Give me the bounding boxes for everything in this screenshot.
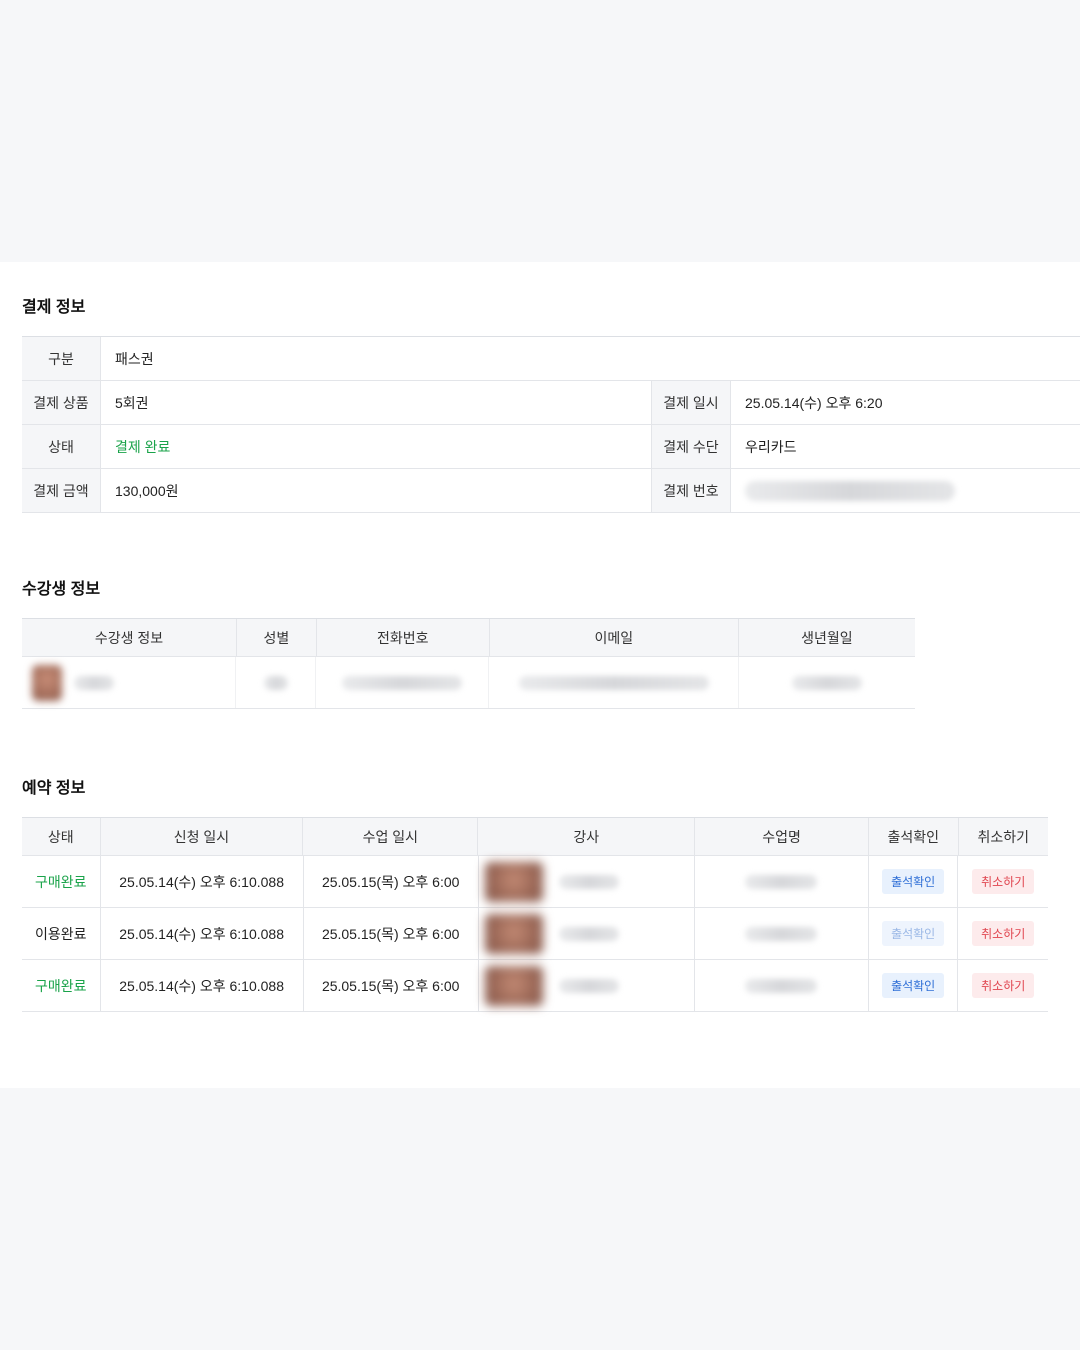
cancel-cell: 취소하기 bbox=[958, 908, 1048, 959]
reservation-row: 구매완료 25.05.14(수) 오후 6:10.088 25.05.15(목)… bbox=[22, 960, 1048, 1012]
payment-section-title: 결제 정보 bbox=[22, 299, 86, 316]
teacher-photo bbox=[484, 861, 543, 902]
reservation-status: 구매완료 bbox=[22, 960, 101, 1011]
reservation-class-name bbox=[695, 856, 869, 907]
cancel-button[interactable]: 취소하기 bbox=[972, 869, 1035, 894]
student-header-gender: 성별 bbox=[237, 619, 317, 656]
payment-row-category: 구분 패스권 bbox=[22, 337, 1080, 381]
reservation-teacher bbox=[479, 908, 695, 959]
reservation-requested: 25.05.14(수) 오후 6:10.088 bbox=[101, 908, 304, 959]
attend-cell: 출석확인 bbox=[869, 856, 959, 907]
status-label: 상태 bbox=[22, 425, 101, 468]
reservation-teacher bbox=[479, 856, 695, 907]
reservation-row: 이용완료 25.05.14(수) 오후 6:10.088 25.05.15(목)… bbox=[22, 908, 1048, 960]
reservation-section-title: 예약 정보 bbox=[22, 780, 86, 797]
reservation-class-time: 25.05.15(목) 오후 6:00 bbox=[304, 908, 479, 959]
redacted-class-name bbox=[745, 978, 818, 993]
student-avatar bbox=[32, 664, 62, 701]
res-header-attend: 출석확인 bbox=[869, 818, 959, 855]
teacher-photo bbox=[484, 965, 543, 1006]
redacted-gender bbox=[263, 675, 288, 690]
payment-method-label: 결제 수단 bbox=[651, 425, 731, 468]
payment-row-status: 상태 결제 완료 결제 수단 우리카드 bbox=[22, 425, 1080, 469]
amount-value: 130,000원 bbox=[115, 482, 179, 499]
reservation-status: 이용완료 bbox=[22, 908, 101, 959]
payment-date-value: 25.05.14(수) 오후 6:20 bbox=[745, 394, 883, 411]
reservation-class-name bbox=[695, 960, 869, 1011]
student-header-email: 이메일 bbox=[490, 619, 739, 656]
res-header-class-time: 수업 일시 bbox=[303, 818, 479, 855]
reservation-teacher bbox=[479, 960, 695, 1011]
redacted-phone bbox=[342, 675, 463, 690]
redacted-teacher-name bbox=[558, 874, 619, 889]
student-section-title: 수강생 정보 bbox=[22, 581, 101, 598]
student-email-cell bbox=[489, 657, 739, 708]
payment-status-value: 결제 완료 bbox=[115, 438, 171, 455]
redacted-student-name bbox=[74, 675, 114, 690]
redacted-teacher-name bbox=[558, 978, 619, 993]
reservation-class-name bbox=[695, 908, 869, 959]
attend-check-button[interactable]: 출석확인 bbox=[882, 921, 945, 946]
student-table-header: 수강생 정보 성별 전화번호 이메일 생년월일 bbox=[22, 619, 915, 657]
student-row bbox=[22, 657, 915, 709]
reservation-requested: 25.05.14(수) 오후 6:10.088 bbox=[101, 856, 304, 907]
student-table: 수강생 정보 성별 전화번호 이메일 생년월일 bbox=[22, 618, 915, 709]
payment-date-label: 결제 일시 bbox=[651, 381, 731, 424]
redacted-teacher-name bbox=[558, 926, 619, 941]
reservation-class-time: 25.05.15(목) 오후 6:00 bbox=[304, 960, 479, 1011]
redacted-payment-number bbox=[745, 480, 955, 501]
category-label: 구분 bbox=[22, 337, 101, 380]
payment-row-product: 결제 상품 5회권 결제 일시 25.05.14(수) 오후 6:20 bbox=[22, 381, 1080, 425]
product-label: 결제 상품 bbox=[22, 381, 101, 424]
redacted-class-name bbox=[745, 926, 818, 941]
cancel-button[interactable]: 취소하기 bbox=[972, 973, 1035, 998]
reservation-status: 구매완료 bbox=[22, 856, 101, 907]
content-panel: 결제 정보 구분 패스권 결제 상품 5회권 결제 일시 25.05.14(수)… bbox=[0, 262, 1080, 1088]
attend-cell: 출석확인 bbox=[869, 960, 959, 1011]
reservation-table-header: 상태 신청 일시 수업 일시 강사 수업명 출석확인 취소하기 bbox=[22, 818, 1048, 856]
attend-check-button[interactable]: 출석확인 bbox=[882, 869, 945, 894]
attend-cell: 출석확인 bbox=[869, 908, 959, 959]
res-header-class-name: 수업명 bbox=[695, 818, 870, 855]
teacher-photo bbox=[484, 913, 543, 954]
amount-label: 결제 금액 bbox=[22, 469, 101, 512]
top-background bbox=[0, 0, 1080, 262]
reservation-class-time: 25.05.15(목) 오후 6:00 bbox=[304, 856, 479, 907]
redacted-class-name bbox=[745, 874, 818, 889]
redacted-birth bbox=[791, 675, 862, 690]
redacted-email bbox=[518, 675, 709, 690]
res-header-requested: 신청 일시 bbox=[101, 818, 304, 855]
product-value: 5회권 bbox=[115, 394, 149, 411]
cancel-button[interactable]: 취소하기 bbox=[972, 921, 1035, 946]
student-header-phone: 전화번호 bbox=[317, 619, 490, 656]
bottom-background bbox=[0, 1088, 1080, 1350]
payment-table: 구분 패스권 결제 상품 5회권 결제 일시 25.05.14(수) 오후 6:… bbox=[22, 336, 1080, 513]
reservation-table: 상태 신청 일시 수업 일시 강사 수업명 출석확인 취소하기 구매완료 25.… bbox=[22, 817, 1048, 1012]
payment-row-amount: 결제 금액 130,000원 결제 번호 bbox=[22, 469, 1080, 513]
payment-number-label: 결제 번호 bbox=[651, 469, 731, 512]
student-header-birth: 생년월일 bbox=[801, 629, 853, 646]
cancel-cell: 취소하기 bbox=[958, 960, 1048, 1011]
student-info-cell bbox=[22, 657, 237, 708]
reservation-row: 구매완료 25.05.14(수) 오후 6:10.088 25.05.15(목)… bbox=[22, 856, 1048, 908]
res-header-status: 상태 bbox=[22, 818, 101, 855]
payment-number-value bbox=[731, 469, 1080, 512]
attend-check-button[interactable]: 출석확인 bbox=[882, 973, 945, 998]
cancel-cell: 취소하기 bbox=[958, 856, 1048, 907]
student-header-info: 수강생 정보 bbox=[22, 619, 238, 656]
category-value: 패스권 bbox=[115, 350, 154, 367]
student-phone-cell bbox=[316, 657, 490, 708]
reservation-requested: 25.05.14(수) 오후 6:10.088 bbox=[101, 960, 304, 1011]
payment-method-value: 우리카드 bbox=[745, 438, 797, 455]
student-gender-cell bbox=[236, 657, 317, 708]
res-header-teacher: 강사 bbox=[478, 818, 696, 855]
res-header-cancel: 취소하기 bbox=[977, 828, 1030, 845]
student-birth-cell bbox=[739, 657, 915, 708]
